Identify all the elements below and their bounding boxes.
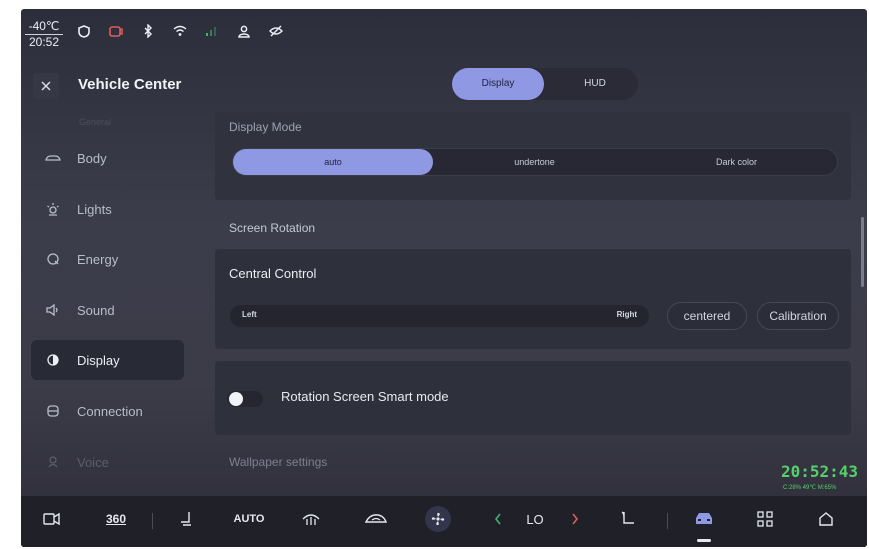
wallpaper-label: Wallpaper settings — [229, 455, 328, 469]
sidebar-item-display[interactable]: Display — [31, 340, 184, 380]
smart-mode-toggle[interactable] — [227, 391, 263, 407]
speaker-icon — [45, 302, 61, 318]
display-mode-label: Display Mode — [229, 120, 302, 134]
central-control-panel — [215, 249, 851, 349]
chevron-right-icon — [572, 513, 579, 525]
central-control-title: Central Control — [229, 266, 317, 281]
seat-button[interactable] — [618, 506, 638, 532]
seat-icon — [621, 511, 634, 524]
car-icon — [45, 150, 61, 166]
fan-icon — [431, 512, 445, 526]
connection-icon — [45, 403, 61, 419]
sidebar-item-label: Lights — [77, 201, 112, 217]
sidebar-item-label: Body — [77, 150, 107, 166]
centered-button[interactable]: centered — [667, 302, 747, 330]
temp-down-button[interactable] — [491, 506, 505, 532]
clock-overlay-sub: C:28% 49℃ M:65% — [783, 485, 837, 491]
auto-button[interactable]: AUTO — [232, 506, 266, 532]
vehicle-center-button[interactable] — [691, 506, 717, 532]
tab-bar: Display HUD — [452, 68, 638, 100]
defrost-button[interactable] — [300, 506, 322, 532]
back-camera-icon — [43, 512, 60, 526]
display-icon — [45, 352, 61, 368]
temperature-level: LO — [526, 511, 544, 527]
display-mode-auto[interactable]: auto — [233, 149, 433, 175]
temp-time-block: -40℃ 20:52 — [25, 19, 63, 49]
car-front-icon — [696, 513, 712, 524]
user-icon — [237, 24, 251, 38]
light-icon — [45, 201, 61, 217]
sidebar-item-label: Voice — [77, 454, 109, 470]
clock-overlay: 20:52:43 — [781, 462, 859, 481]
dock-separator — [667, 513, 668, 529]
apps-button[interactable] — [755, 506, 775, 532]
back-camera-button[interactable] — [41, 506, 63, 532]
smart-mode-label: Rotation Screen Smart mode — [281, 389, 449, 404]
outside-temperature: -40℃ — [25, 19, 63, 35]
recirculation-button[interactable] — [363, 506, 389, 532]
display-mode-dark[interactable]: Dark color — [636, 149, 837, 175]
temp-up-button[interactable] — [568, 506, 582, 532]
energy-icon — [45, 251, 61, 267]
sidebar-item-lights[interactable]: Lights — [31, 189, 184, 229]
close-button[interactable] — [33, 73, 59, 99]
seat-recline-icon — [181, 512, 191, 526]
slider-left-label: Left — [242, 310, 257, 319]
sidebar-item-sound[interactable]: Sound — [31, 290, 184, 330]
sidebar-item-energy[interactable]: Energy — [31, 239, 184, 279]
display-mode-undertone[interactable]: undertone — [433, 149, 636, 175]
shield-icon — [77, 24, 91, 38]
sidebar-item-label: Display — [77, 352, 120, 368]
bluetooth-icon — [141, 24, 155, 38]
seat-recline-button[interactable] — [176, 506, 198, 532]
recirculation-icon — [364, 514, 387, 523]
rotation-slider[interactable]: Left Right — [230, 305, 649, 327]
camera-360-button[interactable]: 360 — [101, 506, 131, 532]
sidebar-item-connection[interactable]: Connection — [31, 391, 184, 431]
home-button[interactable] — [816, 506, 836, 532]
camera-icon — [109, 24, 123, 38]
screen-rotation-label: Screen Rotation — [229, 221, 316, 235]
sidebar-item-label: Sound — [77, 302, 115, 318]
vehicle-screen: -40℃ 20:52 Vehicle Center Display HUD Ge… — [21, 9, 867, 547]
sidebar-item-label: Connection — [77, 403, 143, 419]
page-title: Vehicle Center — [78, 76, 182, 93]
chevron-left-icon — [494, 513, 501, 525]
slider-right-label: Right — [616, 310, 637, 319]
bottom-dock: 360 AUTO LO — [21, 496, 867, 547]
close-icon — [41, 81, 51, 91]
calibration-button[interactable]: Calibration — [757, 302, 839, 330]
defrost-icon — [302, 514, 320, 525]
tab-display[interactable]: Display — [452, 68, 544, 100]
sidebar-item-label: Energy — [77, 251, 119, 267]
sidebar-item-faded: General — [79, 117, 112, 127]
home-icon — [819, 512, 833, 526]
voice-icon — [45, 454, 61, 470]
status-time: 20:52 — [28, 35, 60, 49]
wifi-icon — [173, 24, 187, 38]
toggle-knob — [229, 392, 243, 406]
sidebar-item-voice[interactable]: Voice — [31, 442, 184, 482]
eye-off-icon — [269, 24, 283, 38]
status-bar: -40℃ 20:52 — [21, 9, 867, 57]
active-indicator — [697, 539, 711, 542]
dock-separator — [152, 513, 153, 529]
fan-button[interactable] — [425, 506, 451, 532]
signal-icon — [205, 24, 219, 38]
sidebar-item-body[interactable]: Body — [31, 138, 184, 178]
apps-grid-icon — [757, 511, 773, 527]
status-icons — [77, 24, 283, 38]
tab-hud[interactable]: HUD — [552, 68, 638, 100]
display-mode-selector: auto undertone Dark color — [232, 148, 838, 176]
scrollbar[interactable] — [861, 217, 864, 287]
